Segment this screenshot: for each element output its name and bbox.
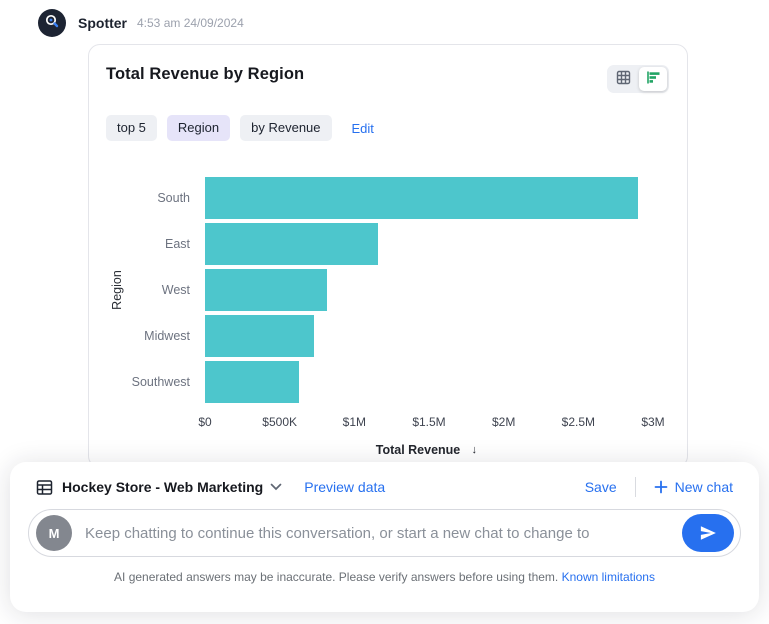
vertical-divider bbox=[635, 477, 636, 497]
save-button[interactable]: Save bbox=[585, 479, 617, 495]
x-tick-label: $2M bbox=[492, 415, 515, 429]
chart-row: Midwest bbox=[89, 313, 653, 359]
message-timestamp: 4:53 am 24/09/2024 bbox=[137, 16, 244, 30]
category-label: East bbox=[89, 237, 205, 251]
token-chip-top5[interactable]: top 5 bbox=[106, 115, 157, 141]
category-label: Southwest bbox=[89, 375, 205, 389]
y-axis-label: Region bbox=[110, 270, 124, 310]
chart-rows: South East West Midwest Southwest bbox=[89, 175, 653, 405]
viz-toggle bbox=[607, 65, 669, 93]
query-token-row: top 5 Region by Revenue Edit bbox=[89, 93, 687, 141]
x-tick-label: $3M bbox=[641, 415, 664, 429]
spotter-avatar bbox=[38, 9, 66, 37]
x-axis-label-row: Total Revenue ↓ bbox=[205, 442, 653, 458]
token-chip-by-revenue[interactable]: by Revenue bbox=[240, 115, 331, 141]
send-icon bbox=[699, 524, 717, 542]
table-view-button[interactable] bbox=[609, 67, 637, 91]
bar-track bbox=[205, 361, 653, 403]
category-label: South bbox=[89, 191, 205, 205]
chevron-down-icon[interactable] bbox=[270, 483, 282, 491]
chat-input[interactable] bbox=[85, 525, 682, 542]
token-chip-region[interactable]: Region bbox=[167, 115, 230, 141]
chart-row: East bbox=[89, 221, 653, 267]
chart-title: Total Revenue by Region bbox=[106, 65, 304, 84]
user-avatar: M bbox=[36, 515, 72, 551]
category-label: West bbox=[89, 283, 205, 297]
answer-card: Total Revenue by Region bbox=[88, 44, 688, 468]
sort-descending-icon[interactable]: ↓ bbox=[466, 442, 482, 458]
bar-chart: Region South East West Midwest Southwest $0 $… bbox=[89, 175, 687, 458]
bar-south[interactable] bbox=[205, 177, 638, 219]
datasource-name[interactable]: Hockey Store - Web Marketing bbox=[62, 479, 263, 495]
chart-row: Southwest bbox=[89, 359, 653, 405]
bar-west[interactable] bbox=[205, 269, 327, 311]
spotter-spark-icon bbox=[44, 13, 60, 34]
bar-midwest[interactable] bbox=[205, 315, 314, 357]
message-header: Spotter 4:53 am 24/09/2024 bbox=[38, 9, 244, 37]
table-icon bbox=[616, 70, 631, 88]
bar-track bbox=[205, 177, 653, 219]
disclaimer: AI generated answers may be inaccurate. … bbox=[10, 570, 759, 584]
bar-chart-view-button[interactable] bbox=[639, 67, 667, 91]
preview-data-link[interactable]: Preview data bbox=[304, 479, 385, 495]
edit-query-link[interactable]: Edit bbox=[352, 121, 374, 136]
bar-east[interactable] bbox=[205, 223, 378, 265]
new-chat-label: New chat bbox=[675, 479, 733, 495]
known-limitations-link[interactable]: Known limitations bbox=[562, 570, 655, 584]
x-tick-label: $500K bbox=[262, 415, 297, 429]
x-axis-label: Total Revenue bbox=[376, 443, 461, 457]
bar-track bbox=[205, 269, 653, 311]
chart-row: South bbox=[89, 175, 653, 221]
bar-track bbox=[205, 315, 653, 357]
card-header: Total Revenue by Region bbox=[89, 45, 687, 93]
x-tick-label: $0 bbox=[198, 415, 211, 429]
plus-icon bbox=[654, 480, 668, 494]
x-tick-label: $2.5M bbox=[562, 415, 595, 429]
datasource-row: Hockey Store - Web Marketing Preview dat… bbox=[10, 462, 759, 497]
disclaimer-text: AI generated answers may be inaccurate. … bbox=[114, 570, 558, 584]
panel-actions: Save New chat bbox=[585, 477, 733, 497]
chat-panel: Hockey Store - Web Marketing Preview dat… bbox=[10, 462, 759, 612]
x-tick-label: $1M bbox=[343, 415, 366, 429]
bar-southwest[interactable] bbox=[205, 361, 299, 403]
new-chat-button[interactable]: New chat bbox=[654, 479, 733, 495]
bar-track bbox=[205, 223, 653, 265]
bar-chart-icon bbox=[646, 70, 661, 88]
x-axis-ticks: $0$500K$1M$1.5M$2M$2.5M$3M bbox=[205, 415, 653, 430]
send-button[interactable] bbox=[682, 514, 734, 552]
chat-input-container: M bbox=[28, 509, 741, 557]
app-name: Spotter bbox=[78, 15, 127, 31]
worksheet-icon bbox=[36, 479, 53, 496]
chart-row: West bbox=[89, 267, 653, 313]
category-label: Midwest bbox=[89, 329, 205, 343]
x-tick-label: $1.5M bbox=[412, 415, 445, 429]
